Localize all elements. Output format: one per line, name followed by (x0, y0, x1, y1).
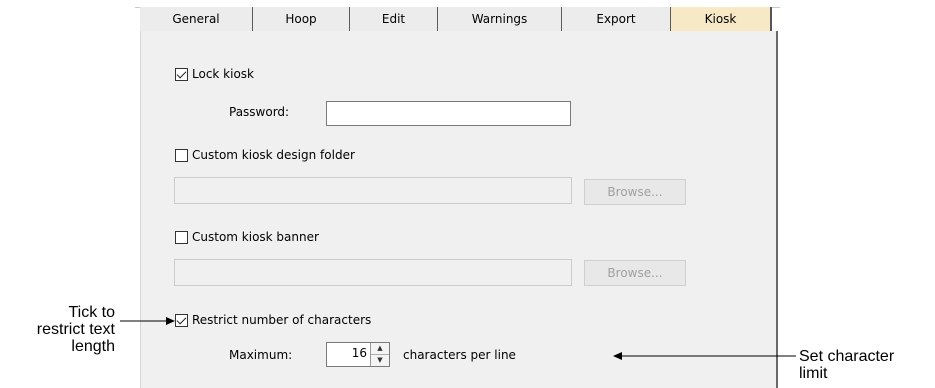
left-arrow (120, 317, 175, 325)
right-arrow (613, 352, 796, 360)
annotation-arrows (120, 317, 796, 360)
annotation-line: limit (799, 365, 828, 382)
annotation-limit: Set character limit (799, 348, 894, 382)
annotation-line: Set character (799, 348, 895, 365)
